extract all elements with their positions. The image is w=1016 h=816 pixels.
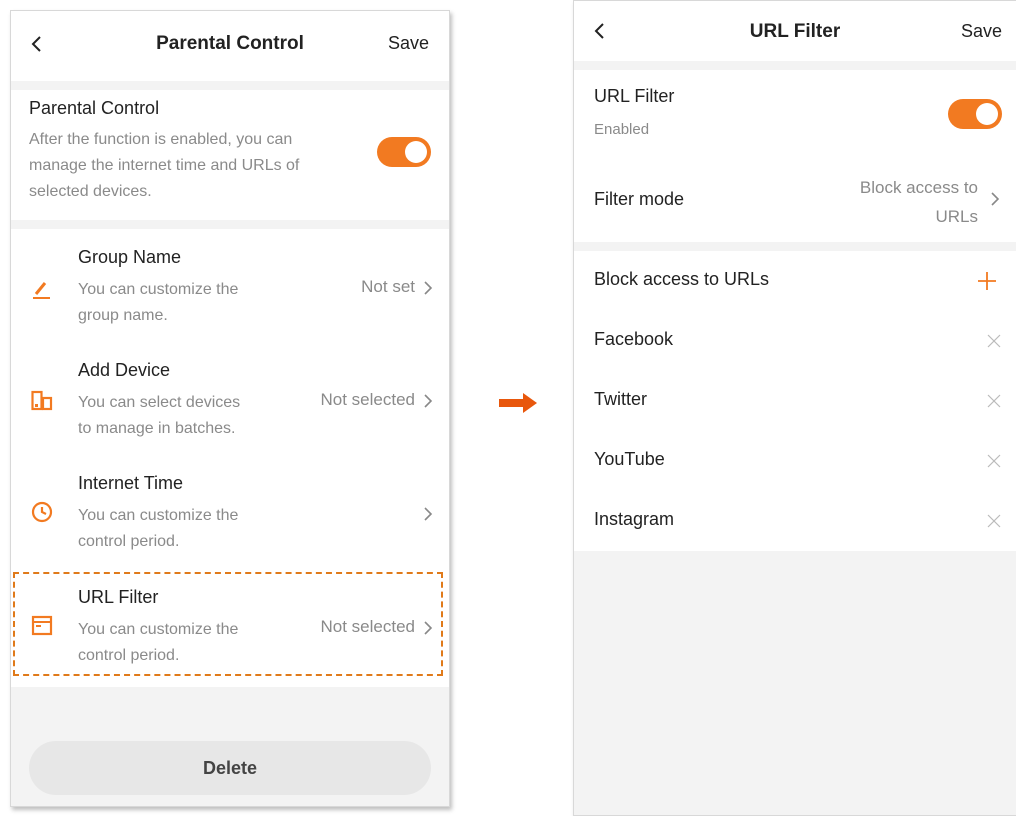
chevron-right-icon (424, 394, 433, 408)
row-title: Add Device (78, 360, 171, 380)
description-line: to manage in batches. (78, 420, 236, 437)
parental-control-card: Parental Control After the function is e… (11, 90, 449, 220)
filter-mode-label: Filter mode (594, 189, 685, 209)
filter-mode-value: Block access to URLs (860, 173, 978, 231)
description-line: selected devices. (29, 183, 152, 200)
nav-bar: URL Filter Save (574, 1, 1016, 61)
toggle-knob (405, 141, 427, 163)
nav-bar: Parental Control Save (11, 11, 449, 81)
devices-icon (31, 390, 53, 411)
chevron-right-icon (424, 507, 433, 521)
chevron-right-icon (991, 192, 1000, 206)
add-device-row[interactable]: Add Device You can select devices to man… (11, 342, 449, 454)
chevron-right-icon (424, 621, 433, 635)
close-icon[interactable] (986, 513, 1002, 529)
row-title: Internet Time (78, 473, 184, 493)
arrow-right-icon (499, 393, 537, 413)
group-name-row[interactable]: Group Name You can customize the group n… (11, 229, 449, 341)
url-label: YouTube (594, 449, 665, 469)
delete-button[interactable]: Delete (29, 741, 431, 795)
url-label: Twitter (594, 389, 648, 409)
url-filter-title: URL Filter (594, 86, 675, 106)
row-description: You can customize the control period. (78, 617, 238, 669)
url-label: Instagram (594, 509, 675, 529)
list-item: YouTube (574, 431, 1016, 491)
block-list-title: Block access to URLs (594, 269, 770, 289)
close-icon[interactable] (986, 333, 1002, 349)
close-icon[interactable] (986, 393, 1002, 409)
description-line: control period. (78, 647, 180, 664)
list-item: Instagram (574, 491, 1016, 551)
block-list-card: Block access to URLs Facebook Twitter Yo… (574, 251, 1016, 551)
page-title: Parental Control (156, 33, 304, 54)
row-value: Not selected (320, 617, 416, 636)
list-item: Twitter (574, 371, 1016, 431)
plus-icon[interactable] (977, 271, 997, 291)
description-line: You can customize the (78, 507, 239, 524)
description-line: manage the internet time and URLs of (29, 157, 300, 174)
description-line: group name. (78, 307, 168, 324)
status-text: Enabled (594, 121, 650, 138)
clock-icon (31, 501, 53, 523)
description-line: control period. (78, 533, 180, 550)
value-line: URLs (935, 207, 978, 226)
url-filter-toggle[interactable] (948, 99, 1002, 129)
internet-time-row[interactable]: Internet Time You can customize the cont… (11, 455, 449, 567)
pencil-icon (33, 282, 50, 299)
filter-mode-row[interactable]: Filter mode Block access to URLs (574, 156, 1016, 242)
row-description: You can select devices to manage in batc… (78, 390, 240, 442)
page-title: URL Filter (749, 21, 841, 42)
save-button[interactable]: Save (961, 21, 1002, 42)
url-filter-toggle-row: URL Filter Enabled (574, 70, 1016, 156)
value-line: Block access to (859, 178, 978, 197)
block-list-header: Block access to URLs (574, 251, 1016, 311)
url-label: Facebook (594, 329, 674, 349)
settings-list: Group Name You can customize the group n… (11, 229, 449, 687)
save-button[interactable]: Save (388, 33, 429, 54)
parental-control-description: After the function is enabled, you can m… (29, 127, 299, 205)
description-line: After the function is enabled, you can (29, 131, 293, 148)
row-description: You can customize the control period. (78, 503, 238, 555)
row-title: URL Filter (78, 587, 159, 607)
url-filter-screen: URL Filter Save URL Filter Enabled Filte… (573, 0, 1016, 816)
parental-control-screen: Parental Control Save Parental Control A… (10, 10, 450, 807)
row-title: Group Name (78, 247, 182, 267)
description-line: You can select devices (78, 394, 241, 411)
row-value: Not selected (320, 390, 416, 409)
url-filter-row[interactable]: URL Filter You can customize the control… (11, 569, 449, 681)
parental-control-toggle[interactable] (377, 137, 431, 167)
row-description: You can customize the group name. (78, 277, 238, 329)
url-filter-settings: URL Filter Enabled Filter mode Block acc… (574, 70, 1016, 242)
browser-window-icon (31, 615, 53, 636)
description-line: You can customize the (78, 281, 239, 298)
toggle-knob (976, 103, 998, 125)
description-line: You can customize the (78, 621, 239, 638)
list-item: Facebook (574, 311, 1016, 371)
close-icon[interactable] (986, 453, 1002, 469)
chevron-right-icon (424, 281, 433, 295)
row-value: Not set (361, 277, 415, 296)
parental-control-title: Parental Control (29, 98, 160, 118)
